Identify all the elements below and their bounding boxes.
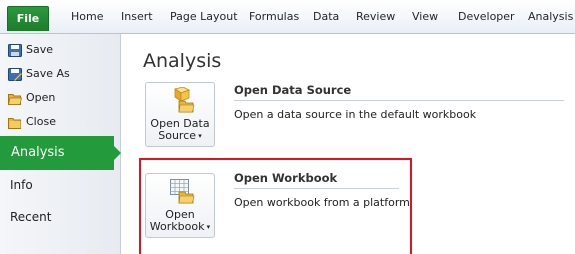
sidebar-item-label: Save xyxy=(26,43,54,56)
open-data-source-button[interactable]: Open Data Source ▾ xyxy=(145,82,215,147)
sidebar-item-analysis[interactable]: Analysis xyxy=(0,136,121,170)
sidebar-item-label: Close xyxy=(26,115,56,128)
highlight-box xyxy=(139,158,412,254)
backstage-sidebar: Save Save As Open Close Analysis Info Re… xyxy=(0,34,121,254)
open-folder-icon xyxy=(8,94,22,105)
tab-home[interactable]: Home xyxy=(71,10,103,23)
open-data-source-heading: Open Data Source xyxy=(234,83,352,97)
page-title: Analysis xyxy=(143,50,222,72)
tab-analysis[interactable]: Analysis xyxy=(528,10,573,23)
sidebar-item-label: Open xyxy=(26,91,56,104)
tab-view[interactable]: View xyxy=(412,10,438,23)
sidebar-item-label: Save As xyxy=(26,67,70,80)
data-cube-icon xyxy=(174,87,195,113)
sidebar-item-recent[interactable]: Recent xyxy=(10,210,51,224)
selection-arrow-icon xyxy=(114,146,121,160)
tab-data[interactable]: Data xyxy=(313,10,339,23)
divider xyxy=(234,100,564,101)
save-as-icon xyxy=(8,68,22,81)
tab-formulas[interactable]: Formulas xyxy=(249,10,299,23)
tab-insert[interactable]: Insert xyxy=(121,10,153,23)
tab-page-layout[interactable]: Page Layout xyxy=(170,10,238,23)
tab-developer[interactable]: Developer xyxy=(458,10,515,23)
tab-review[interactable]: Review xyxy=(356,10,395,23)
sidebar-item-label: Analysis xyxy=(11,145,65,160)
close-folder-icon xyxy=(8,118,21,129)
chevron-down-icon: ▾ xyxy=(196,132,202,140)
ribbon-tab-bar: File Home Insert Page Layout Formulas Da… xyxy=(0,0,575,34)
tab-file[interactable]: File xyxy=(7,6,49,31)
open-data-source-button-label: Open Data Source ▾ xyxy=(150,117,210,142)
sidebar-item-info[interactable]: Info xyxy=(10,178,33,192)
open-data-source-description: Open a data source in the default workbo… xyxy=(234,108,477,121)
save-icon xyxy=(8,44,22,57)
